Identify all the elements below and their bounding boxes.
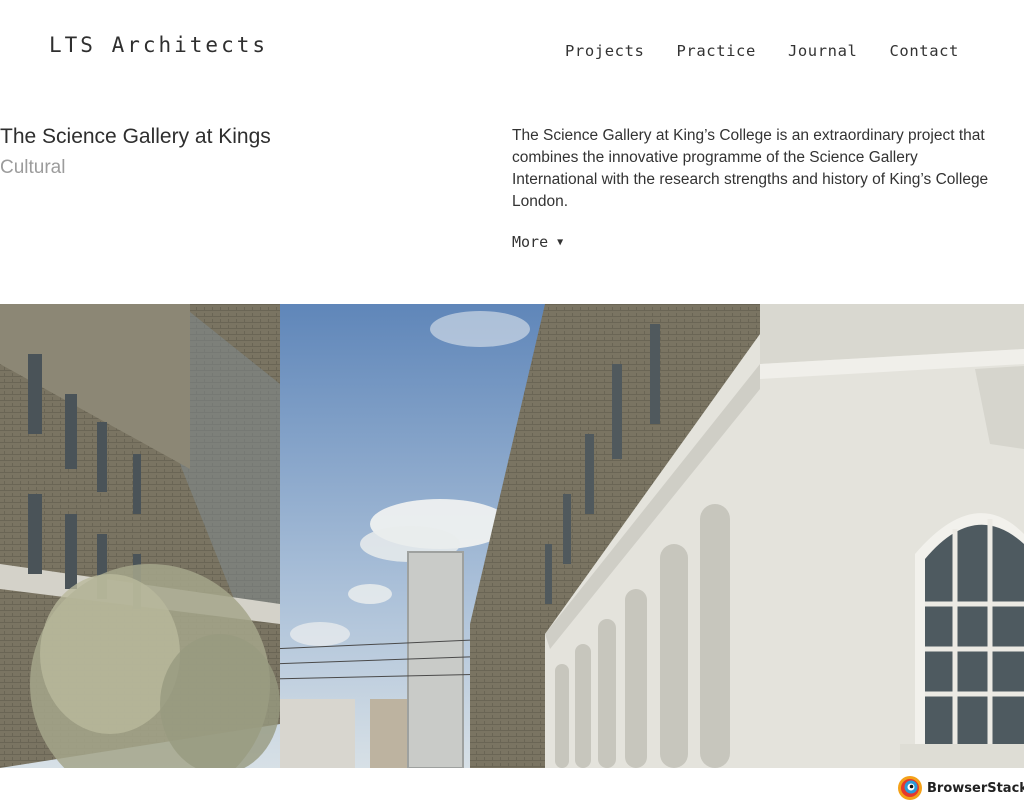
- nav-link-projects[interactable]: Projects: [565, 42, 644, 60]
- browserstack-logo-icon: [898, 776, 922, 800]
- project-hero-image: [0, 304, 1024, 768]
- browserstack-label: BrowserStack: [927, 780, 1024, 796]
- project-description: The Science Gallery at King’s College is…: [512, 127, 989, 210]
- main-nav: Projects Practice Journal Contact: [565, 42, 959, 60]
- nav-link-journal[interactable]: Journal: [788, 42, 858, 60]
- project-title: The Science Gallery at Kings: [0, 125, 271, 148]
- project-category: Cultural: [0, 157, 66, 178]
- more-label: More: [512, 233, 549, 251]
- site-logo[interactable]: LTS Architects: [49, 33, 268, 57]
- triangle-down-icon: ▼: [557, 236, 564, 248]
- nav-link-contact[interactable]: Contact: [889, 42, 959, 60]
- browserstack-badge[interactable]: BrowserStack: [897, 775, 1024, 801]
- nav-link-practice[interactable]: Practice: [676, 42, 755, 60]
- more-toggle-button[interactable]: More ▼: [512, 233, 563, 251]
